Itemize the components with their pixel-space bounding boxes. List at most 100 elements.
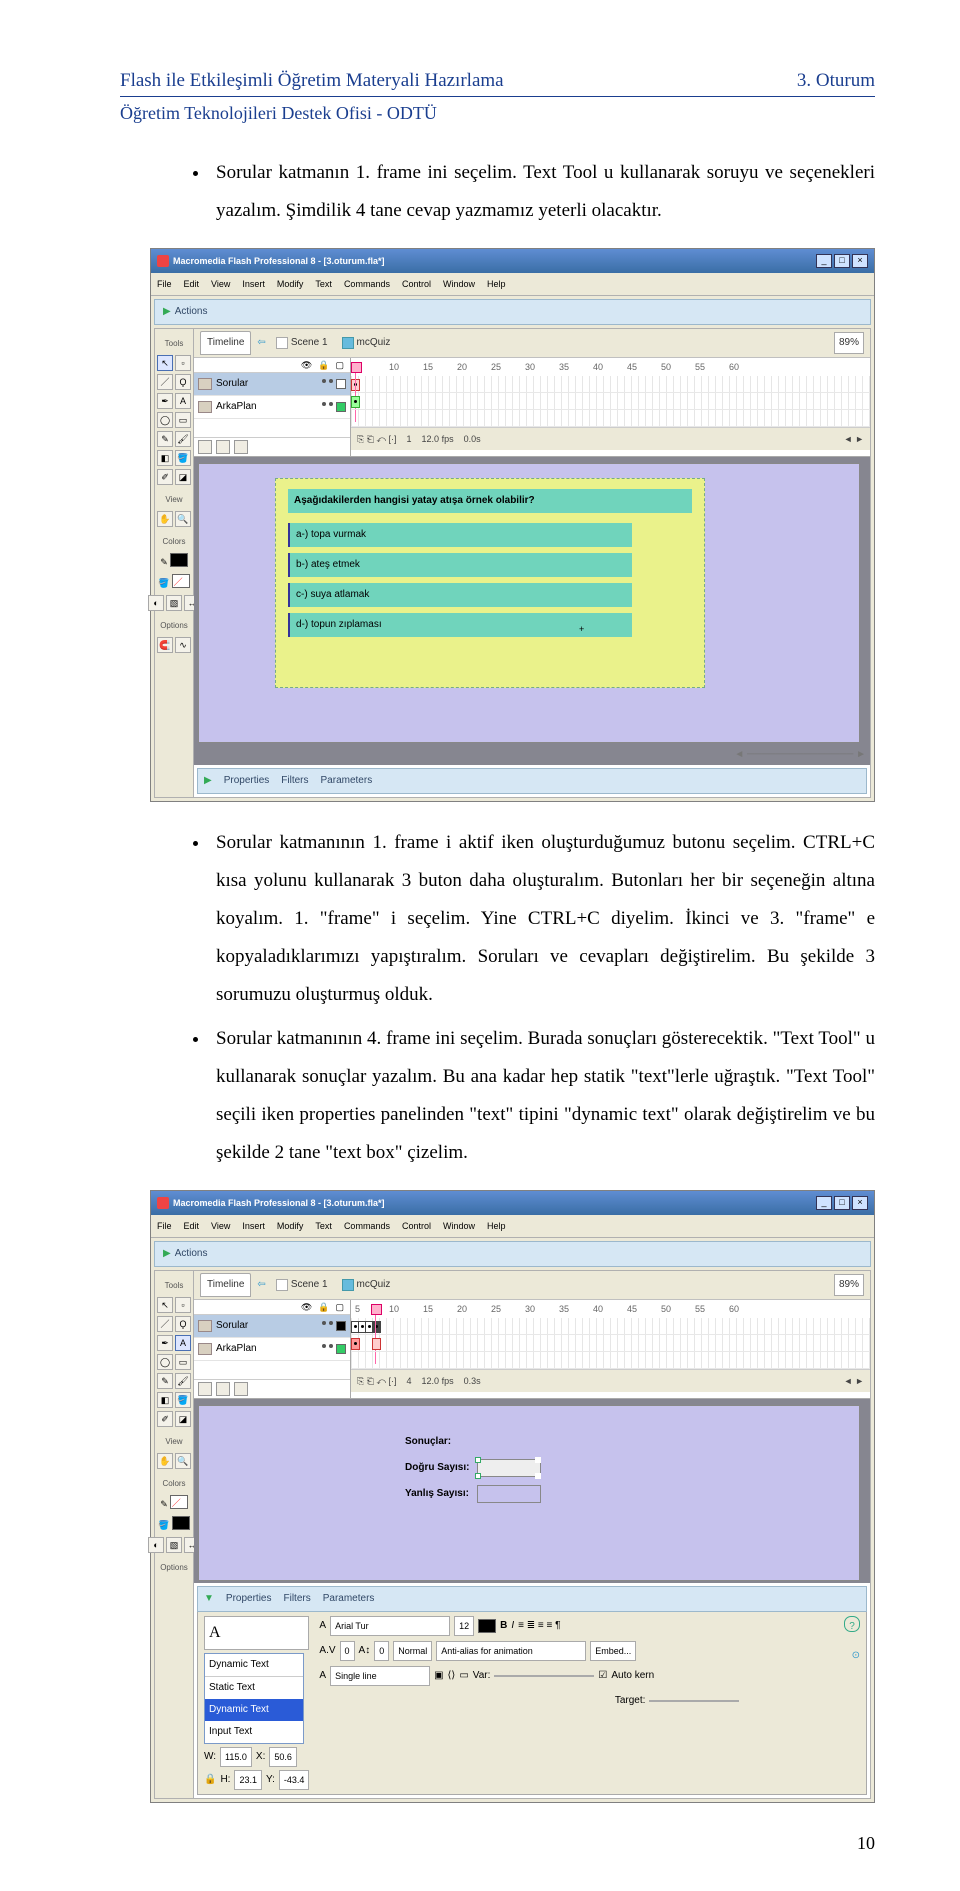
zoom-field[interactable]: 89% — [834, 1274, 864, 1296]
fill-swatch[interactable]: ／ — [172, 574, 190, 588]
menu-view[interactable]: View — [211, 275, 230, 293]
menu-text[interactable]: Text — [315, 1217, 332, 1235]
pen-tool[interactable]: ✒ — [157, 393, 173, 409]
max-icon[interactable]: □ — [834, 1196, 850, 1210]
bold-icon[interactable]: B — [500, 1616, 507, 1636]
rect-tool[interactable]: ▭ — [175, 412, 191, 428]
add-layer-icon[interactable] — [198, 1382, 212, 1396]
menu-commands[interactable]: Commands — [344, 1217, 390, 1235]
layer-sorular[interactable]: Sorular — [194, 373, 350, 396]
result-box-wrong[interactable] — [477, 1485, 541, 1503]
av-field[interactable]: 0 — [340, 1641, 355, 1661]
oval-tool[interactable]: ◯ — [157, 412, 173, 428]
outline-icon[interactable]: ▢ — [335, 356, 344, 374]
clip-chip[interactable]: mcQuiz — [338, 1275, 395, 1295]
prop-y[interactable]: -43.4 — [279, 1770, 310, 1790]
bw-icon[interactable]: ◐ — [148, 1537, 164, 1553]
pencil-tool[interactable]: ✎ — [157, 1373, 173, 1389]
add-layer-icon[interactable] — [198, 440, 212, 454]
sel-icon[interactable]: ▣ — [434, 1666, 443, 1686]
back-icon[interactable]: ⇦ — [257, 1275, 265, 1295]
clip-chip[interactable]: mcQuiz — [338, 333, 395, 353]
bucket-tool[interactable]: 🪣 — [175, 1392, 191, 1408]
line-tool[interactable]: ／ — [157, 374, 173, 390]
timeline-tab[interactable]: Timeline — [200, 331, 251, 355]
prop-h[interactable]: 23.1 — [234, 1770, 262, 1790]
border-icon[interactable]: ▭ — [459, 1666, 468, 1686]
delete-layer-icon[interactable] — [234, 1382, 248, 1396]
lock-icon[interactable]: 🔒 — [318, 1298, 329, 1316]
menu-file[interactable]: File — [157, 275, 172, 293]
lasso-tool[interactable]: Ϙ — [175, 374, 191, 390]
menu-view[interactable]: View — [211, 1217, 230, 1235]
menu-modify[interactable]: Modify — [277, 275, 304, 293]
option-b[interactable]: b-) ateş etmek — [288, 553, 632, 577]
pen-tool[interactable]: ✒ — [157, 1335, 173, 1351]
menu-edit[interactable]: Edit — [184, 275, 200, 293]
ss2-stage[interactable]: Sonuçlar: Doğru Sayısı: Yanlış Sayısı: — [194, 1399, 870, 1583]
bw-icon[interactable]: ◐ — [148, 595, 164, 611]
eyedrop-tool[interactable]: ✐ — [157, 469, 173, 485]
text-tool[interactable]: A — [175, 393, 191, 409]
subsel-tool[interactable]: ▫ — [175, 355, 191, 371]
ss2-titlebar[interactable]: Macromedia Flash Professional 8 - [3.otu… — [151, 1191, 874, 1215]
eye-icon[interactable]: 👁 — [301, 356, 312, 374]
target-field[interactable] — [649, 1700, 739, 1702]
lock-icon[interactable]: 🔒 — [318, 356, 329, 374]
ss1-titlebar[interactable]: Macromedia Flash Professional 8 - [3.otu… — [151, 249, 874, 273]
menu-insert[interactable]: Insert — [242, 275, 265, 293]
preset-field[interactable]: Normal — [393, 1641, 432, 1661]
ss1-menubar[interactable]: File Edit View Insert Modify Text Comman… — [151, 273, 874, 296]
frames-arkaplan[interactable] — [351, 393, 870, 410]
font-size[interactable]: 12 — [454, 1616, 474, 1636]
prop-x[interactable]: 50.6 — [269, 1747, 297, 1767]
menu-control[interactable]: Control — [402, 1217, 431, 1235]
noclr-icon[interactable]: ▧ — [166, 1537, 182, 1553]
menu-window[interactable]: Window — [443, 275, 475, 293]
menu-modify[interactable]: Modify — [277, 1217, 304, 1235]
frames-arkaplan[interactable] — [351, 1335, 870, 1352]
html-icon[interactable]: ⟨⟩ — [448, 1666, 456, 1686]
layer-sorular[interactable]: Sorular — [194, 1315, 350, 1338]
ss2-prop-header[interactable]: ▼PropertiesFiltersParameters — [197, 1586, 867, 1612]
font-color[interactable] — [478, 1619, 496, 1633]
menu-edit[interactable]: Edit — [184, 1217, 200, 1235]
scroll-h[interactable]: ◄ ─────────────── ► — [194, 745, 870, 765]
lasso-tool[interactable]: Ϙ — [175, 1316, 191, 1332]
hand-tool[interactable]: ✋ — [157, 511, 173, 527]
italic-icon[interactable]: I — [511, 1616, 514, 1636]
line-tool[interactable]: ／ — [157, 1316, 173, 1332]
snap-icon[interactable]: 🧲 — [157, 637, 173, 653]
oval-tool[interactable]: ◯ — [157, 1354, 173, 1370]
result-box-correct[interactable] — [477, 1459, 541, 1477]
ss1-actions-panel[interactable]: ▶Actions — [154, 299, 871, 325]
layer-arkaplan[interactable]: ArkaPlan — [194, 396, 350, 419]
line-type[interactable]: Single line — [330, 1666, 430, 1686]
delete-layer-icon[interactable] — [234, 440, 248, 454]
stroke-swatch[interactable]: ／ — [170, 1495, 188, 1509]
noclr-icon[interactable]: ▧ — [166, 595, 182, 611]
layer-arkaplan[interactable]: ArkaPlan — [194, 1338, 350, 1361]
option-c[interactable]: c-) suya atlamak — [288, 583, 632, 607]
menu-help[interactable]: Help — [487, 275, 506, 293]
stroke-swatch[interactable] — [170, 553, 188, 567]
help-icon[interactable]: ? — [844, 1616, 860, 1632]
anti-alias[interactable]: Anti-alias for animation — [436, 1641, 586, 1661]
lock-icon[interactable]: 🔒 — [204, 1770, 216, 1790]
subsel-tool[interactable]: ▫ — [175, 1297, 191, 1313]
embed-button[interactable]: Embed... — [590, 1641, 636, 1661]
back-icon[interactable]: ⇦ — [257, 333, 265, 353]
eraser-tool[interactable]: ◪ — [175, 469, 191, 485]
rect-tool[interactable]: ▭ — [175, 1354, 191, 1370]
close-icon[interactable]: × — [852, 254, 868, 268]
hand-tool[interactable]: ✋ — [157, 1453, 173, 1469]
scene-chip[interactable]: Scene 1 — [272, 333, 332, 353]
add-folder-icon[interactable] — [216, 440, 230, 454]
ink-tool[interactable]: ◧ — [157, 1392, 173, 1408]
align-icons[interactable]: ≡ ≣ ≡ ≡ ¶ — [518, 1616, 560, 1636]
max-icon[interactable]: □ — [834, 254, 850, 268]
ai-field[interactable]: 0 — [374, 1641, 389, 1661]
zoom-field[interactable]: 89% — [834, 332, 864, 354]
brush-tool[interactable]: 🖌 — [175, 1373, 191, 1389]
prop-w[interactable]: 115.0 — [220, 1747, 252, 1767]
